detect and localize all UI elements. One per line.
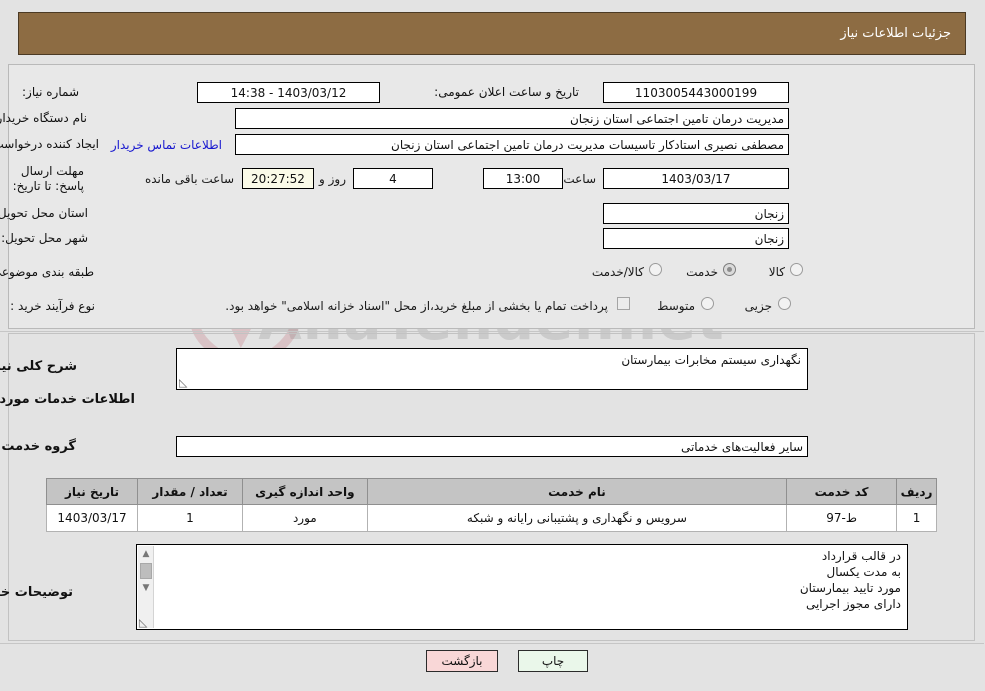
window-title-bar: جزئیات اطلاعات نیاز: [19, 12, 967, 55]
deadline-time-value: 13:00: [484, 168, 564, 189]
public-announce-label: تاریخ و ساعت اعلان عمومی:: [435, 85, 580, 99]
countdown-value: 20:27:52: [243, 168, 315, 189]
col-code: کد خدمت: [787, 478, 899, 505]
requester-label: ایجاد کننده درخواست:: [0, 137, 100, 151]
province-label: استان محل تحویل:: [0, 206, 89, 220]
page-title: جزئیات اطلاعات نیاز: [841, 26, 952, 41]
radio-category-kala[interactable]: [791, 263, 804, 276]
general-desc-textarea[interactable]: نگهداری سیستم مخابرات بیمارستان ◺: [177, 348, 809, 390]
radio-category-khedmat[interactable]: [724, 263, 737, 276]
print-button[interactable]: چاپ: [519, 650, 589, 672]
col-name: نام خدمت: [367, 478, 789, 505]
city-label: شهر محل تحویل:: [2, 231, 89, 245]
days-remaining-value: 4: [354, 168, 434, 189]
hour-label: ساعت: [564, 172, 597, 186]
radio-category-kala-khedmat[interactable]: [650, 263, 663, 276]
remaining-suffix-label: ساعت باقی مانده: [145, 172, 235, 186]
radio-label-kala-khedmat: کالا/خدمت: [592, 265, 645, 279]
province-value: زنجان: [604, 203, 790, 224]
radio-label-kala: کالا: [769, 265, 786, 279]
process-label: نوع فرآیند خرید :: [11, 299, 96, 313]
col-date: تاریخ نیاز: [46, 478, 140, 505]
city-value: زنجان: [604, 228, 790, 249]
resize-grip-icon[interactable]: ◺: [180, 377, 191, 388]
treasury-checkbox[interactable]: [618, 297, 631, 310]
need-number-label: شماره نیاز:: [23, 85, 80, 99]
cell-unit: مورد: [242, 504, 369, 532]
need-number-value: 1103005443000199: [604, 82, 790, 103]
deadline-date-value: 1403/03/17: [604, 168, 790, 189]
page-root: AnaTender.net جزئیات اطلاعات نیاز شماره …: [0, 0, 985, 691]
scroll-down-icon[interactable]: ▼: [139, 580, 155, 596]
cell-qty: 1: [138, 504, 244, 532]
need-info-panel: [9, 64, 976, 329]
col-unit: واحد اندازه گیری: [242, 478, 369, 505]
col-index: ردیف: [897, 478, 938, 505]
table-header-row: ردیف کد خدمت نام خدمت واحد اندازه گیری ت…: [46, 478, 938, 505]
divider: [0, 331, 985, 332]
general-desc-value: نگهداری سیستم مخابرات بیمارستان: [622, 353, 802, 367]
public-announce-value: 1403/03/12 - 14:38: [198, 82, 381, 103]
radio-label-khedmat: خدمت: [687, 265, 719, 279]
buyer-org-value: مدیریت درمان تامین اجتماعی استان زنجان: [236, 108, 790, 129]
footer-divider: [0, 643, 985, 644]
general-desc-label: شرح کلی نیاز:: [0, 359, 78, 374]
cell-date: 1403/03/17: [46, 504, 140, 532]
table-row: 1 ط-97 سرویس و نگهداری و پشتیبانی رایانه…: [46, 504, 938, 532]
scroll-thumb[interactable]: [141, 563, 153, 579]
buyer-notes-value: در قالب قرارداد به مدت یکسال مورد تایید …: [800, 549, 902, 611]
requester-value: مصطفی نصیری استادکار تاسیسات مدیریت درما…: [236, 134, 790, 155]
category-label: طبقه بندی موضوعی:: [0, 265, 95, 279]
treasury-note: پرداخت تمام یا بخشی از مبلغ خرید،از محل …: [226, 299, 609, 313]
radio-process-motevaset[interactable]: [702, 297, 715, 310]
buyer-notes-label: توضیحات خریدار:: [0, 585, 74, 600]
cell-index: 1: [897, 504, 938, 532]
days-word-label: روز و: [320, 172, 347, 186]
back-button[interactable]: بازگشت: [427, 650, 499, 672]
buyer-notes-textarea[interactable]: ▲ ▼ در قالب قرارداد به مدت یکسال مورد تا…: [137, 544, 909, 630]
cell-name: سرویس و نگهداری و پشتیبانی رایانه و شبکه: [367, 504, 789, 532]
col-qty: تعداد / مقدار: [138, 478, 244, 505]
service-group-value: سایر فعالیت‌های خدماتی: [177, 436, 809, 457]
radio-label-motevaset: متوسط: [658, 299, 696, 313]
resize-grip-icon-2[interactable]: ◺: [140, 617, 151, 628]
cell-code: ط-97: [787, 504, 899, 532]
services-heading: اطلاعات خدمات مورد نیاز: [0, 392, 136, 407]
buyer-org-label: نام دستگاه خریدار:: [0, 111, 88, 125]
scroll-up-icon[interactable]: ▲: [139, 546, 155, 562]
radio-label-jozei: جزیی: [745, 299, 773, 313]
deadline-label: مهلت ارسال پاسخ: تا تاریخ:: [13, 164, 85, 193]
service-group-label: گروه خدمت:: [0, 439, 77, 454]
radio-process-jozei[interactable]: [779, 297, 792, 310]
buyer-contact-link[interactable]: اطلاعات تماس خریدار: [112, 138, 223, 152]
services-table: ردیف کد خدمت نام خدمت واحد اندازه گیری ت…: [46, 478, 938, 532]
